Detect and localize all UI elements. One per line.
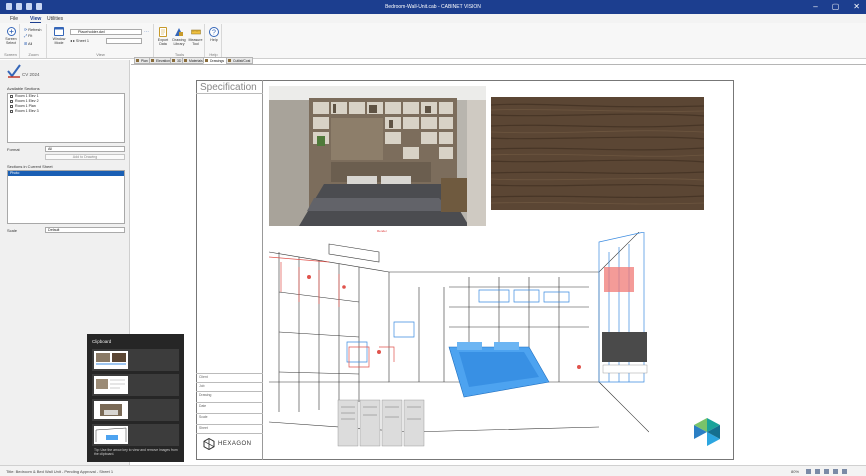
window-mode-icon [54,27,64,36]
browse-icon[interactable]: ⋯ [144,29,149,35]
screen-select-label: Screen Select [5,37,17,45]
svg-text:?: ? [212,30,216,37]
tab-view[interactable]: View [30,16,42,23]
sheet-title: Specification [200,82,257,93]
scale-label: Scale [7,228,18,233]
tools-group: Export Data Drawing Library Measure Tool… [155,24,205,58]
screen-select-icon [6,27,16,36]
sections-in-sheet-label: Sections in Current Sheet [7,164,53,169]
clipboard-panel: Clipboard Tip: Use the arrow key to view… [87,334,184,462]
close-button[interactable]: ✕ [853,2,860,11]
tab-drawings[interactable]: Drawings [203,57,228,64]
zoom-group: ⟳ Refresh ⤢ Fit ⊞ All Zoom [21,24,47,58]
wood-material-swatch[interactable] [491,97,704,210]
hexagon-logo-icon [203,438,215,450]
list-item[interactable]: Room 1 Elev 3 [8,109,124,114]
ribbon-tab-bar: File View Utilities [0,14,866,23]
divider [196,391,263,392]
screen-group: Screen Select Screen [2,24,20,58]
help-icon: ? [209,27,219,37]
drawing-library-icon [175,28,183,36]
settings-icon[interactable] [842,469,847,474]
tab-utilities[interactable]: Utilities [47,16,63,22]
help-group: ? Help Help [206,24,222,58]
help-button[interactable]: ? Help [207,27,221,42]
sections-in-sheet-list[interactable]: Photo [7,170,125,224]
title-block [196,80,263,460]
help-label: Help [210,38,218,42]
tab-file[interactable]: File [10,16,18,22]
view-group: Window Mode Placeholder.dwl ⋯ ◂ ▸ Sheet … [48,24,154,58]
titleblock-drawing: Drawing [199,393,212,397]
hexagon-logo: HEXAGON [203,438,252,450]
zoom-out-icon[interactable] [806,469,811,474]
clipboard-item[interactable] [92,349,179,371]
grid-icon[interactable] [833,469,838,474]
titleblock-scale: Scale [199,415,208,419]
drawing-library-button[interactable]: Drawing Library [171,27,187,46]
titleblock-date: Date [199,404,207,408]
fit-button[interactable]: ⤢ Fit [24,34,32,38]
sheet-selector[interactable]: ◂ ▸ Sheet 1 [70,38,89,43]
status-text: Title: Bedroom & Bed Wall Unit - Pending… [6,469,114,474]
fit-page-icon[interactable] [824,469,829,474]
wireframe-3d-view[interactable] [269,232,649,445]
maximize-button[interactable]: ▢ [832,2,840,11]
export-data-button[interactable]: Export Data [156,27,170,46]
add-to-drawing-button[interactable]: Add to Drawing [45,154,125,160]
clipboard-title: Clipboard [92,339,112,344]
available-sections-label: Available Sections [7,86,40,91]
screen-select-button[interactable]: Screen Select [4,27,18,45]
divider [196,413,263,414]
zoom-in-icon[interactable] [815,469,820,474]
export-data-label: Export Data [157,38,169,46]
divider [196,382,263,383]
clipboard-item[interactable] [92,399,179,421]
drawing-template-combo[interactable]: Placeholder.dwl [70,29,142,35]
titleblock-sheet: Sheet [199,426,208,430]
list-item[interactable]: Photo [8,171,124,176]
panel-title: CV 2024 [22,72,40,77]
ribbon: Screen Select Screen ⟳ Refresh ⤢ Fit ⊞ A… [0,23,866,59]
window-mode-button[interactable]: Window Mode [50,27,68,45]
clipboard-item[interactable] [92,424,179,446]
measure-tool-icon [190,29,201,35]
divider [196,433,263,434]
cabinet-vision-logo-icon [7,64,21,78]
screen-group-label: Screen [4,52,17,57]
window-mode-label: Window Mode [52,37,66,45]
drawing-library-label: Drawing Library [172,38,186,46]
title-bar: Bedroom-Wall-Unit.cab - CABINET VISION –… [0,0,866,14]
all-button[interactable]: ⊞ All [24,41,32,46]
measure-tool-label: Measure Tool [188,38,203,46]
status-bar: Title: Bedroom & Bed Wall Unit - Pending… [0,465,866,476]
export-data-icon [159,27,167,37]
format-label: Format [7,147,20,152]
zoom-group-label: Zoom [28,52,39,57]
divider [196,373,263,374]
divider [196,424,263,425]
titleblock-client: Client [199,375,208,379]
logo-text: HEXAGON [218,441,252,447]
bedroom-render-image[interactable] [269,86,486,226]
format-combo[interactable]: All [45,146,125,152]
hexagon-mark-icon [694,418,720,446]
detail-thumbnails [337,399,425,447]
zoom-level[interactable]: 80% [791,469,799,474]
clipboard-item[interactable] [92,374,179,396]
divider [196,402,263,403]
tab-cutlist-cost[interactable]: Cutlist/Cost [226,57,254,64]
measure-tool-button[interactable]: Measure Tool [188,27,203,46]
divider [196,93,263,94]
clipboard-tip: Tip: Use the arrow key to view and remov… [94,448,178,456]
available-sections-list[interactable]: Room 1 Elev 1 Room 1 Elev 2 Room 1 Plan … [7,93,125,143]
titleblock-job: Job [199,384,205,388]
window-title: Bedroom-Wall-Unit.cab - CABINET VISION [385,4,481,10]
refresh-button[interactable]: ⟳ Refresh [24,27,42,32]
minimize-button[interactable]: – [813,2,817,11]
sheet-combo[interactable] [106,38,142,44]
scale-combo[interactable]: Default [45,227,125,233]
